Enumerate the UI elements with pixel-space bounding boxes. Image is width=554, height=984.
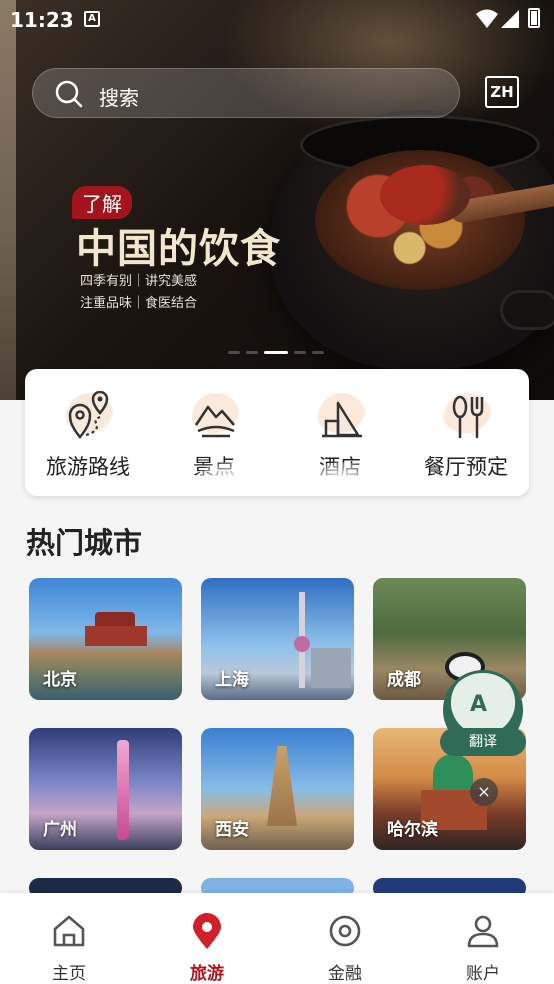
city-name: 上海 [215,670,249,690]
search-bar[interactable]: 搜索 [32,68,460,118]
quick-menu: 旅游路线 景点 酒店 餐厅预定 [25,369,529,496]
city-name: 西安 [215,820,249,840]
translate-letter: A [470,692,488,717]
search-placeholder: 搜索 [99,86,139,110]
skyline [311,648,351,688]
city-card-xian[interactable]: 西安 [201,728,354,850]
quick-item-label: 餐厅预定 [424,455,508,479]
signal-icon [501,10,519,28]
banner-headline: 中国的饮食 [76,225,281,272]
status-time: 11:23 [10,8,74,32]
carousel-indicator [228,351,324,354]
close-icon[interactable]: × [470,778,498,806]
status-bar: 11:23 A [0,0,554,38]
coin-icon [329,915,361,947]
nav-item-finance[interactable]: 金融 [276,893,414,984]
location-pin-icon [193,913,221,949]
banner-tag: 了解 [72,186,132,219]
quick-item-restaurants[interactable]: 餐厅预定 [403,369,529,496]
saint-sophia-dome [433,754,473,794]
route-pin-icon [68,391,109,439]
section-title-hot-cities: 热门城市 [26,526,143,560]
carousel-dot [228,351,240,354]
nav-label: 金融 [328,964,362,984]
battery-icon [528,8,540,28]
quick-item-routes[interactable]: 旅游路线 [25,369,151,496]
loading-fade [306,462,376,496]
canton-tower [117,740,129,840]
city-name: 成都 [387,670,421,690]
user-icon [467,915,499,948]
banner-prev-peek [0,0,16,400]
translate-button[interactable]: A 翻译 [440,670,526,758]
nav-label: 主页 [52,964,86,984]
carousel-dot-active [264,351,288,354]
spoon [380,165,470,225]
claypot-handle [500,290,554,330]
carousel-dot [246,351,258,354]
nav-item-travel[interactable]: 旅游 [138,893,276,984]
language-button[interactable]: ZH [485,76,519,108]
nav-label: 旅游 [190,964,224,984]
forbidden-city-hall [85,626,147,646]
city-card-guangzhou[interactable]: 广州 [29,728,182,850]
nav-item-account[interactable]: 账户 [414,893,552,984]
fork-spoon-icon [452,395,484,439]
bottom-navigation: 主页 旅游 金融 账户 [0,893,554,984]
tower-sphere [294,636,310,652]
notification-a-icon: A [84,11,100,27]
quick-item-label: 旅游路线 [46,455,130,479]
banner-subline-2: 注重品味｜食医结合 [80,296,198,311]
wifi-icon [476,9,498,28]
nav-label: 账户 [466,964,500,984]
home-icon [53,915,85,947]
city-name: 北京 [43,670,77,690]
hotel-icon [322,401,362,438]
search-icon [55,80,83,108]
carousel-dot [294,351,306,354]
translate-label: 翻译 [440,728,526,756]
big-wild-goose-pagoda [267,746,297,826]
loading-fade [196,462,266,496]
city-name: 哈尔滨 [387,820,438,840]
carousel-dot [312,351,324,354]
banner-subline-1: 四季有别｜讲究美感 [80,274,198,289]
city-name: 广州 [43,820,77,840]
city-card-shanghai[interactable]: 上海 [201,578,354,700]
nav-item-home[interactable]: 主页 [0,893,138,984]
hero-banner[interactable]: 了解 中国的饮食 四季有别｜讲究美感 注重品味｜食医结合 [0,0,554,400]
mountain-icon [194,405,235,438]
city-card-beijing[interactable]: 北京 [29,578,182,700]
